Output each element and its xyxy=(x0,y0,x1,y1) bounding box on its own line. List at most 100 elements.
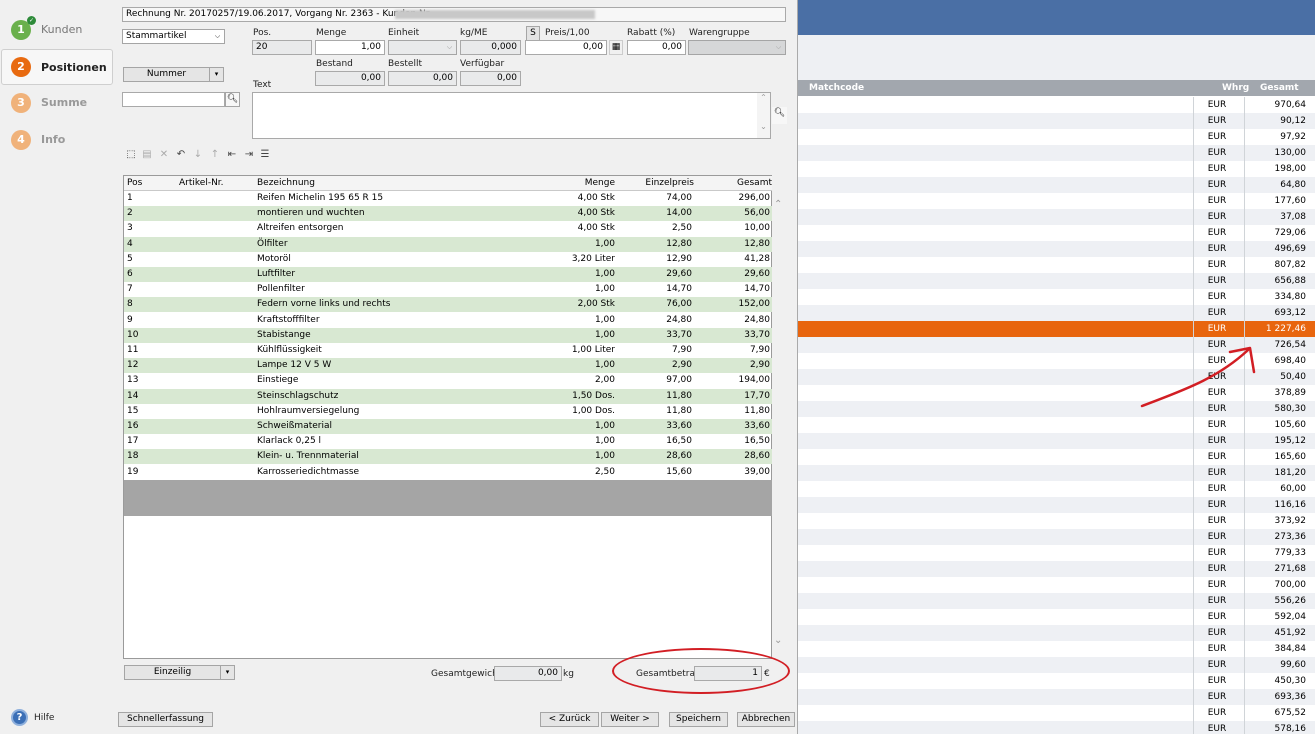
menge-field[interactable]: 1,00 xyxy=(315,40,385,55)
cancel-button[interactable]: Abbrechen xyxy=(737,712,795,727)
warengruppe-select[interactable]: ⌵ xyxy=(688,40,786,55)
list-item[interactable]: EUR 165,60 xyxy=(797,449,1315,465)
table-row[interactable]: 4 Ölfilter 1,00 12,80 12,80 xyxy=(124,236,772,252)
kgme-field[interactable]: 0,000 xyxy=(460,40,521,55)
table-row[interactable]: 15 Hohlraumversiegelung 1,00 Dos. 11,80 11,8… xyxy=(124,404,772,419)
header-gesamt[interactable]: Gesamt xyxy=(1260,83,1299,93)
search-button[interactable]: 🔍︎ xyxy=(225,92,240,107)
col-bezeichnung[interactable]: Bezeichnung xyxy=(257,178,315,188)
table-row[interactable]: 19 Karrosseriedichtmasse 2,50 15,60 39,00 xyxy=(124,465,772,480)
table-row[interactable]: 2 montieren und wuchten 4,00 Stk 14,00 56,00 xyxy=(124,206,772,222)
next-button[interactable]: Weiter > xyxy=(601,712,659,727)
table-row[interactable]: 6 Luftfilter 1,00 29,60 29,60 xyxy=(124,267,772,282)
list-item[interactable]: EUR 578,16 xyxy=(797,721,1315,734)
save-button[interactable]: Speichern xyxy=(669,712,728,727)
list-item[interactable]: EUR 693,12 xyxy=(797,305,1315,321)
einheit-select[interactable]: ⌵ xyxy=(388,40,457,55)
list-item[interactable]: EUR 64,80 xyxy=(797,177,1315,193)
list-item[interactable]: EUR 105,60 xyxy=(797,417,1315,433)
help-label[interactable]: Hilfe xyxy=(34,713,54,723)
list-item[interactable]: EUR 729,06 xyxy=(797,225,1315,241)
s-button[interactable]: S xyxy=(526,26,540,41)
list-item[interactable]: EUR 556,26 xyxy=(797,593,1315,609)
list-item[interactable]: EUR 177,60 xyxy=(797,193,1315,209)
search-mode-select[interactable]: Nummer ▾ xyxy=(123,67,224,82)
article-type-select[interactable]: Stammartikel ⌵ xyxy=(122,29,225,44)
document-title-field[interactable]: Rechnung Nr. 20170257/19.06.2017, Vorgan… xyxy=(122,7,786,22)
list-icon[interactable]: ☰ xyxy=(258,148,272,162)
list-item[interactable]: EUR 807,82 xyxy=(797,257,1315,273)
list-item[interactable]: EUR 37,08 xyxy=(797,209,1315,225)
list-item[interactable]: EUR 384,84 xyxy=(797,641,1315,657)
move-up-icon[interactable]: ↑ xyxy=(208,148,222,162)
indent-icon[interactable]: ⇥ xyxy=(242,148,256,162)
step-summe[interactable]: 3 Summe xyxy=(8,88,112,118)
new-row-icon[interactable]: ⬚ xyxy=(124,148,138,162)
table-row[interactable]: 18 Klein- u. Trennmaterial 1,00 28,60 28,60 xyxy=(124,449,772,465)
help-icon[interactable]: ? xyxy=(11,709,28,726)
table-row[interactable]: 3 Altreifen entsorgen 4,00 Stk 2,50 10,00 xyxy=(124,221,772,236)
row-mode-select[interactable]: Einzeilig ▾ xyxy=(124,665,235,680)
list-item[interactable]: EUR 656,88 xyxy=(797,273,1315,289)
list-item[interactable]: EUR 334,80 xyxy=(797,289,1315,305)
list-item[interactable]: EUR 779,33 xyxy=(797,545,1315,561)
list-item[interactable]: EUR 970,64 xyxy=(797,97,1315,113)
list-item[interactable]: EUR 60,00 xyxy=(797,481,1315,497)
text-area[interactable] xyxy=(252,92,771,139)
table-row[interactable]: 11 Kühlflüssigkeit 1,00 Liter 7,90 7,90 xyxy=(124,343,772,358)
list-item[interactable]: EUR 130,00 xyxy=(797,145,1315,161)
col-einzelpreis[interactable]: Einzelpreis xyxy=(619,178,694,188)
list-item[interactable]: EUR 496,69 xyxy=(797,241,1315,257)
table-row[interactable]: 9 Kraftstofffilter 1,00 24,80 24,80 xyxy=(124,313,772,328)
list-item[interactable]: EUR 99,60 xyxy=(797,657,1315,673)
search-input[interactable] xyxy=(122,92,225,107)
delete-row-icon[interactable]: ✕ xyxy=(157,148,171,162)
text-area-scrollbar[interactable]: ⌃ ⌄ xyxy=(757,93,770,138)
preis-field[interactable]: 0,00 xyxy=(525,40,607,55)
text-search-button[interactable]: 🔍︎ xyxy=(772,107,787,124)
list-item[interactable]: EUR 675,52 xyxy=(797,705,1315,721)
list-item[interactable]: EUR 116,16 xyxy=(797,497,1315,513)
list-item[interactable]: EUR 1 227,46 xyxy=(797,321,1315,337)
calculator-button[interactable]: ▦ xyxy=(609,40,623,55)
table-row[interactable]: 13 Einstiege 2,00 97,00 194,00 xyxy=(124,373,772,388)
undo-icon[interactable]: ↶ xyxy=(174,148,188,162)
list-item[interactable]: EUR 273,36 xyxy=(797,529,1315,545)
table-row[interactable]: 16 Schweißmaterial 1,00 33,60 33,60 xyxy=(124,419,772,434)
list-item[interactable]: EUR 592,04 xyxy=(797,609,1315,625)
table-row[interactable]: 8 Federn vorne links und rechts 2,00 Stk 76… xyxy=(124,297,772,313)
col-gesamt[interactable]: Gesamt xyxy=(696,178,772,188)
list-item[interactable]: EUR 198,00 xyxy=(797,161,1315,177)
outdent-icon[interactable]: ⇤ xyxy=(225,148,239,162)
pos-field[interactable]: 20 xyxy=(252,40,312,55)
positions-grid[interactable]: Pos Artikel-Nr. Bezeichnung Menge Einzel… xyxy=(123,175,772,659)
rabatt-field[interactable]: 0,00 xyxy=(627,40,686,55)
grid-scrollbar[interactable]: ⌃ ⌄ xyxy=(772,175,786,659)
list-item[interactable]: EUR 97,92 xyxy=(797,129,1315,145)
back-button[interactable]: < Zurück xyxy=(540,712,599,727)
table-row[interactable]: 17 Klarlack 0,25 l 1,00 16,50 16,50 xyxy=(124,434,772,449)
list-item[interactable]: EUR 271,68 xyxy=(797,561,1315,577)
table-row[interactable]: 14 Steinschlagschutz 1,50 Dos. 11,80 17,70 xyxy=(124,388,772,404)
list-item[interactable]: EUR 90,12 xyxy=(797,113,1315,129)
col-artikel[interactable]: Artikel-Nr. xyxy=(179,178,224,188)
step-info[interactable]: 4 Info xyxy=(8,125,112,155)
header-whrg[interactable]: Whrg xyxy=(1222,83,1249,93)
table-row[interactable]: 10 Stabistange 1,00 33,70 33,70 xyxy=(124,327,772,343)
list-item[interactable]: EUR 450,30 xyxy=(797,673,1315,689)
move-down-icon[interactable]: ↓ xyxy=(191,148,205,162)
table-row[interactable]: 1 Reifen Michelin 195 65 R 15 4,00 Stk 74,0… xyxy=(124,191,772,206)
header-matchcode[interactable]: Matchcode xyxy=(809,83,864,93)
col-pos[interactable]: Pos xyxy=(127,178,142,188)
list-item[interactable]: EUR 693,36 xyxy=(797,689,1315,705)
list-item[interactable]: EUR 373,92 xyxy=(797,513,1315,529)
table-row[interactable]: 12 Lampe 12 V 5 W 1,00 2,90 2,90 xyxy=(124,358,772,374)
edit-row-icon[interactable]: ▤ xyxy=(140,148,154,162)
list-item[interactable]: EUR 451,92 xyxy=(797,625,1315,641)
col-menge[interactable]: Menge xyxy=(539,178,615,188)
list-item[interactable]: EUR 181,20 xyxy=(797,465,1315,481)
step-positionen[interactable]: 2 Positionen xyxy=(1,49,113,85)
table-row[interactable]: 5 Motoröl 3,20 Liter 12,90 41,28 xyxy=(124,252,772,267)
step-kunden[interactable]: 1 ✓ Kunden xyxy=(8,15,112,45)
table-row[interactable]: 7 Pollenfilter 1,00 14,70 14,70 xyxy=(124,282,772,297)
